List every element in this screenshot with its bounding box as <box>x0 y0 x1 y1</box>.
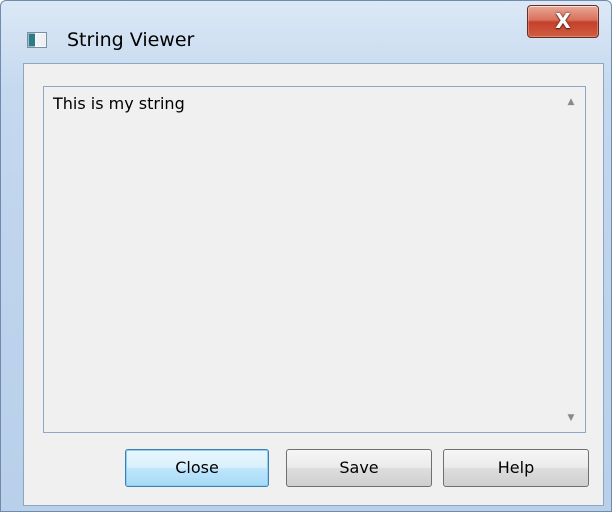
window-close-button[interactable]: X <box>527 5 599 38</box>
window-title: String Viewer <box>67 29 195 51</box>
scroll-up-arrow-icon[interactable]: ▲ <box>557 87 585 115</box>
save-button[interactable]: Save <box>286 449 432 487</box>
dialog-client-area: This is my string ▲ ▼ Close Save Help <box>23 63 604 506</box>
app-window-icon <box>27 32 47 48</box>
close-button[interactable]: Close <box>125 449 269 487</box>
title-bar[interactable]: String Viewer X <box>1 1 611 59</box>
scroll-down-arrow-icon[interactable]: ▼ <box>557 404 585 432</box>
vertical-scrollbar[interactable]: ▲ ▼ <box>557 87 585 432</box>
string-text: This is my string <box>53 94 185 113</box>
string-viewer-window: String Viewer X This is my string ▲ ▼ Cl… <box>0 0 612 512</box>
string-text-area[interactable]: This is my string ▲ ▼ <box>43 86 586 433</box>
close-icon: X <box>555 9 571 33</box>
help-button[interactable]: Help <box>443 449 589 487</box>
